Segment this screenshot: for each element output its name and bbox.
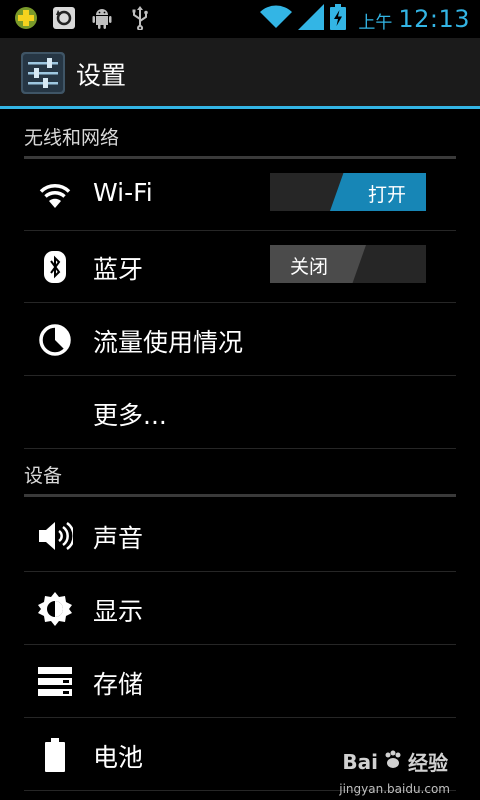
sound-label: 声音 bbox=[93, 524, 144, 553]
watermark-brand-suffix: 经验 bbox=[408, 751, 448, 775]
paw-icon bbox=[382, 749, 404, 775]
brightness-icon bbox=[36, 591, 74, 627]
settings-item-more[interactable]: 更多... bbox=[24, 377, 456, 449]
settings-item-data-usage[interactable]: 流量使用情况 bbox=[24, 304, 456, 376]
settings-item-storage[interactable]: 存储 bbox=[24, 646, 456, 718]
signal-icon bbox=[298, 4, 325, 34]
wifi-toggle[interactable]: 打开 bbox=[270, 173, 426, 211]
action-bar: 设置 bbox=[0, 38, 480, 109]
toggle-text: 关闭 bbox=[290, 256, 329, 278]
notification-icons bbox=[14, 6, 152, 30]
battery-label: 电池 bbox=[93, 743, 144, 772]
settings-item-bluetooth[interactable]: 蓝牙 关闭 bbox=[24, 231, 456, 303]
usb-icon bbox=[128, 6, 152, 30]
settings-sliders-icon[interactable] bbox=[21, 52, 65, 94]
clock: 12:13 bbox=[398, 5, 470, 33]
watermark-brand: Bai bbox=[342, 749, 378, 774]
storage-label: 存储 bbox=[93, 670, 144, 699]
display-label: 显示 bbox=[93, 597, 144, 626]
bluetooth-label: 蓝牙 bbox=[93, 255, 144, 284]
watermark-url: jingyan.baidu.com bbox=[339, 782, 450, 796]
wifi-label: Wi-Fi bbox=[93, 178, 153, 207]
more-label: 更多... bbox=[93, 401, 167, 430]
toggle-text: 打开 bbox=[367, 184, 406, 206]
section-header-device: 设备 bbox=[24, 461, 456, 497]
section-title: 无线和网络 bbox=[24, 127, 120, 149]
baidu-watermark: Bai 经验 bbox=[342, 747, 448, 776]
bluetooth-icon bbox=[36, 249, 74, 285]
settings-item-wifi[interactable]: Wi-Fi 打开 bbox=[24, 159, 456, 231]
storage-icon bbox=[36, 664, 74, 700]
battery-icon bbox=[36, 737, 74, 773]
battery-charging-icon bbox=[330, 4, 347, 34]
wifi-icon bbox=[36, 177, 74, 213]
settings-item-display[interactable]: 显示 bbox=[24, 573, 456, 645]
section-header-wireless: 无线和网络 bbox=[24, 123, 456, 159]
status-indicators: 上午 12:13 bbox=[260, 4, 470, 34]
android-icon bbox=[90, 6, 114, 30]
section-title: 设备 bbox=[24, 465, 63, 487]
settings-item-sound[interactable]: 声音 bbox=[24, 500, 456, 572]
data-usage-icon bbox=[36, 322, 74, 358]
status-bar: 上午 12:13 bbox=[0, 0, 480, 38]
page-title: 设置 bbox=[76, 61, 127, 90]
sync-icon bbox=[52, 6, 76, 30]
speaker-icon bbox=[36, 518, 74, 554]
cross-badge-icon bbox=[14, 6, 38, 30]
time-ampm: 上午 bbox=[358, 13, 393, 33]
bluetooth-toggle[interactable]: 关闭 bbox=[270, 245, 426, 283]
wifi-icon bbox=[260, 5, 293, 33]
data-usage-label: 流量使用情况 bbox=[93, 328, 244, 357]
